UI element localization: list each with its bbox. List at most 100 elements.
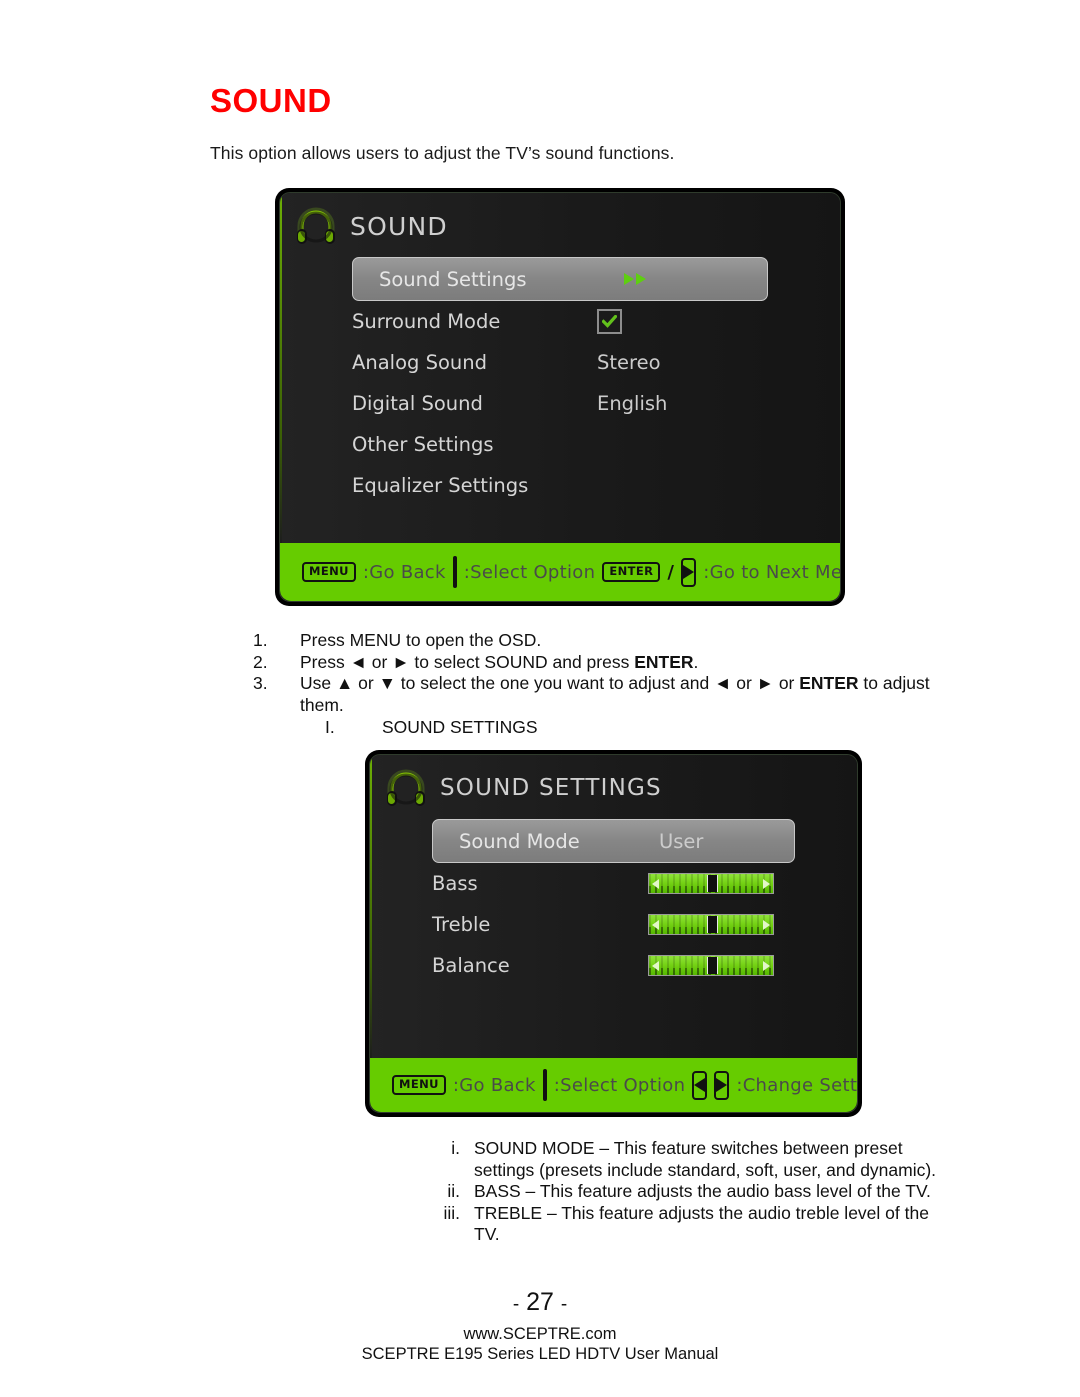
definition-bass: ii. BASS – This feature adjusts the audi… <box>420 1181 950 1203</box>
page-number-prefix: - <box>512 1294 520 1315</box>
enter-key-icon[interactable]: ENTER <box>602 562 661 582</box>
definition-text: SOUND MODE – This feature switches betwe… <box>474 1138 937 1180</box>
slider-thumb[interactable] <box>707 957 718 974</box>
intro-paragraph: This option allows users to adjust the T… <box>210 143 675 163</box>
slider-right-arrow-icon[interactable] <box>763 920 770 930</box>
slider-thumb[interactable] <box>707 916 718 933</box>
osd-row-label: Other Settings <box>352 433 494 456</box>
step-text: Press MENU to open the OSD. <box>300 630 542 650</box>
osd-sound-title: SOUND <box>350 211 448 241</box>
osd-row-balance[interactable]: Balance <box>432 945 825 986</box>
slider-left-arrow-icon[interactable] <box>652 961 659 971</box>
up-arrow-glyph <box>455 558 457 571</box>
instruction-steps: 1. Press MENU to open the OSD. 2. Press … <box>253 630 943 739</box>
updown-action-label: :Select Option <box>463 561 596 583</box>
checkbox-checked-icon[interactable] <box>597 309 622 334</box>
up-arrow-glyph <box>545 1071 547 1084</box>
key-divider <box>455 571 457 573</box>
leftright-action-label: :Change Setting <box>736 1074 858 1096</box>
step-number: 3. <box>253 673 268 693</box>
left-arrow-key-icon[interactable] <box>692 1070 708 1100</box>
key-separator: / <box>667 561 675 583</box>
osd-row-label: Surround Mode <box>352 310 501 333</box>
osd-row-label: Bass <box>432 872 478 895</box>
manual-footer-line: SCEPTRE E195 Series LED HDTV User Manual <box>361 1345 719 1363</box>
definition-number: ii. <box>447 1181 460 1201</box>
osd-sound-header: SOUND <box>280 193 840 253</box>
osd-row-label: Balance <box>432 954 510 977</box>
osd-sound-menu: SOUND Sound Settings Surround Mode Analo… <box>275 188 845 606</box>
osd-sound-settings-menu: SOUND SETTINGS Sound Mode User Bass Treb… <box>365 750 862 1117</box>
definition-treble: iii. TREBLE – This feature adjusts the a… <box>420 1203 950 1246</box>
osd-row-value: Stereo <box>597 351 661 374</box>
osd-row-bass[interactable]: Bass <box>432 863 825 904</box>
menu-key-icon[interactable]: MENU <box>302 562 356 582</box>
slider-right-arrow-icon[interactable] <box>763 879 770 889</box>
osd-row-label: Digital Sound <box>352 392 483 415</box>
osd-sound-settings-header: SOUND SETTINGS <box>370 755 857 815</box>
slider-thumb[interactable] <box>707 875 718 892</box>
menu-action-label: :Go Back <box>452 1074 536 1096</box>
up-down-key-icon[interactable] <box>542 1069 547 1101</box>
osd-row-sound-settings[interactable]: Sound Settings <box>352 257 768 301</box>
slider-left-arrow-icon[interactable] <box>652 920 659 930</box>
step-text: Press ◄ or ► to select SOUND and press E… <box>300 651 699 672</box>
osd-sound-frame: SOUND Sound Settings Surround Mode Analo… <box>279 192 841 602</box>
website-url: www.SCEPTRE.com <box>463 1325 617 1343</box>
osd-sound-body: SOUND Sound Settings Surround Mode Analo… <box>280 193 840 543</box>
osd-sound-settings-title: SOUND SETTINGS <box>440 775 662 801</box>
definition-sound-mode: i. SOUND MODE – This feature switches be… <box>420 1138 950 1181</box>
definition-number: iii. <box>443 1202 460 1223</box>
slider-left-arrow-icon[interactable] <box>652 879 659 889</box>
headphones-icon <box>384 767 428 809</box>
osd-sound-row-list: Sound Settings Surround Mode Analog Soun… <box>280 253 840 506</box>
enter-action-label: :Go to Next Menu <box>703 561 841 583</box>
osd-row-digital-sound[interactable]: Digital Sound English <box>352 383 814 424</box>
osd-row-analog-sound[interactable]: Analog Sound Stereo <box>352 342 814 383</box>
osd-row-treble[interactable]: Treble <box>432 904 825 945</box>
step-3: 3. Use ▲ or ▼ to select the one you want… <box>253 673 943 716</box>
definition-text: TREBLE – This feature adjusts the audio … <box>474 1202 929 1245</box>
osd-sound-settings-row-list: Sound Mode User Bass Treble Balance <box>370 815 857 986</box>
osd-row-label: Sound Mode <box>459 829 580 853</box>
sub-item-number: I. <box>325 717 335 737</box>
step-2: 2. Press ◄ or ► to select SOUND and pres… <box>253 652 943 674</box>
osd-row-label: Treble <box>432 913 491 936</box>
osd-row-other-settings[interactable]: Other Settings <box>352 424 814 465</box>
balance-slider[interactable] <box>648 955 774 976</box>
down-arrow-glyph <box>545 1086 547 1099</box>
page-number: - 27 - <box>0 1288 1080 1317</box>
step-text: Use ▲ or ▼ to select the one you want to… <box>300 673 930 715</box>
page-number-suffix: - <box>560 1294 568 1315</box>
double-right-arrow-icon <box>624 273 646 285</box>
page-title: SOUND <box>210 82 332 119</box>
page-number-value: 27 <box>526 1288 554 1316</box>
osd-left-accent-edge <box>370 755 372 1058</box>
osd-row-label: Analog Sound <box>352 351 487 374</box>
right-arrow-key-icon[interactable] <box>681 557 697 587</box>
treble-slider[interactable] <box>648 914 774 935</box>
up-down-key-icon[interactable] <box>452 556 457 588</box>
osd-row-surround-mode[interactable]: Surround Mode <box>352 301 814 342</box>
sub-item-sound-settings: I. SOUND SETTINGS <box>325 717 943 739</box>
osd-row-value: User <box>659 829 704 853</box>
right-arrow-key-icon[interactable] <box>714 1070 730 1100</box>
osd-row-sound-mode[interactable]: Sound Mode User <box>432 819 795 863</box>
osd-sound-settings-frame: SOUND SETTINGS Sound Mode User Bass Treb… <box>369 754 858 1113</box>
sub-item-text: SOUND SETTINGS <box>382 717 538 737</box>
osd-sound-settings-footer-bar: MENU :Go Back :Select Option :Change Set… <box>370 1058 857 1112</box>
osd-left-accent-edge <box>280 193 282 543</box>
down-arrow-glyph <box>455 573 457 586</box>
osd-sound-footer-bar: MENU :Go Back :Select Option ENTER / :Go… <box>280 543 840 601</box>
osd-row-equalizer-settings[interactable]: Equalizer Settings <box>352 465 814 506</box>
bass-slider[interactable] <box>648 873 774 894</box>
osd-row-label: Equalizer Settings <box>352 474 529 497</box>
slider-right-arrow-icon[interactable] <box>763 961 770 971</box>
definition-list: i. SOUND MODE – This feature switches be… <box>420 1138 950 1246</box>
definition-text: BASS – This feature adjusts the audio ba… <box>474 1181 931 1201</box>
osd-row-value: English <box>597 392 668 415</box>
updown-action-label: :Select Option <box>553 1074 686 1096</box>
headphones-icon <box>294 205 338 247</box>
step-number: 2. <box>253 651 268 672</box>
menu-key-icon[interactable]: MENU <box>392 1075 446 1095</box>
